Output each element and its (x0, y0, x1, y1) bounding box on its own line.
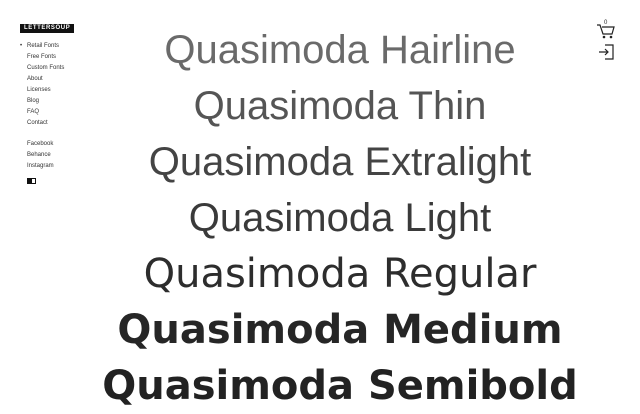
login-button[interactable] (598, 44, 614, 60)
font-specimens: Quasimoda Hairline Quasimoda Thin Quasim… (100, 22, 580, 414)
login-icon (599, 44, 614, 60)
cart-count: 0 (604, 20, 608, 26)
specimen-regular[interactable]: Quasimoda Regular (100, 246, 580, 302)
social-link-behance[interactable]: Behance (20, 150, 110, 161)
site-logo[interactable]: LETTERSOUP (20, 24, 75, 33)
nav-item-free-fonts[interactable]: Free Fonts (20, 52, 110, 63)
specimen-semibold[interactable]: Quasimoda Semibold (100, 358, 580, 414)
nav-item-contact[interactable]: Contact (20, 118, 110, 129)
specimen-light[interactable]: Quasimoda Light (100, 190, 580, 246)
nav-item-about[interactable]: About (20, 74, 110, 85)
nav-item-retail-fonts[interactable]: Retail Fonts (20, 41, 110, 52)
theme-toggle-light-half (31, 179, 35, 183)
nav-item-blog[interactable]: Blog (20, 96, 110, 107)
social-link-facebook[interactable]: Facebook (20, 139, 110, 150)
nav-item-custom-fonts[interactable]: Custom Fonts (20, 63, 110, 74)
specimen-hairline[interactable]: Quasimoda Hairline (100, 22, 580, 78)
nav-item-faq[interactable]: FAQ (20, 107, 110, 118)
nav-item-licenses[interactable]: Licenses (20, 85, 110, 96)
cart-button[interactable]: 0 (596, 20, 616, 40)
theme-toggle[interactable] (27, 178, 36, 184)
specimen-medium[interactable]: Quasimoda Medium (100, 302, 580, 358)
specimen-extralight[interactable]: Quasimoda Extralight (100, 134, 580, 190)
social-link-instagram[interactable]: Instagram (20, 161, 110, 172)
specimen-thin[interactable]: Quasimoda Thin (100, 78, 580, 134)
main-nav: Retail Fonts Free Fonts Custom Fonts Abo… (20, 41, 110, 172)
